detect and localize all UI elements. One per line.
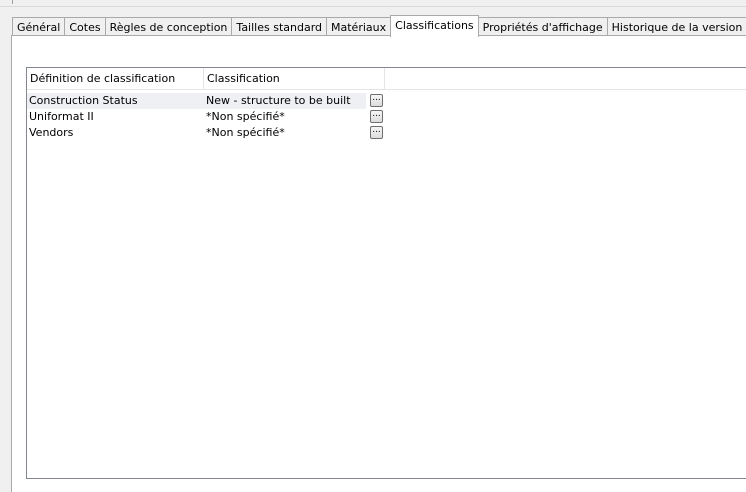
grid-header: Définition de classification Classificat… <box>27 68 746 90</box>
window-top-edge <box>0 0 746 7</box>
row-definition: Uniformat II <box>29 110 94 123</box>
tab-classifications[interactable]: Classifications <box>390 15 479 37</box>
row-definition: Construction Status <box>27 93 204 109</box>
browse-classification-button[interactable]: ... <box>370 126 383 139</box>
tab-strip: Général Cotes Règles de conception Taill… <box>12 15 746 37</box>
tab-historique-version[interactable]: Historique de la version <box>606 17 746 36</box>
tab-tailles-standard[interactable]: Tailles standard <box>231 17 327 36</box>
column-header-definition[interactable]: Définition de classification <box>27 68 204 89</box>
row-classification-value[interactable]: *Non spécifié* <box>204 109 366 125</box>
properties-window: Général Cotes Règles de conception Taill… <box>0 0 746 492</box>
tab-regles-de-conception[interactable]: Règles de conception <box>104 17 232 36</box>
tab-materiaux[interactable]: Matériaux <box>326 17 391 36</box>
row-definition: Vendors <box>29 126 74 139</box>
tab-cotes[interactable]: Cotes <box>64 17 105 36</box>
classification-grid: Définition de classification Classificat… <box>26 67 746 479</box>
tab-general[interactable]: Général <box>12 17 65 36</box>
row-classification-value[interactable]: *Non spécifié* <box>204 125 366 141</box>
column-header-classification[interactable]: Classification <box>204 68 385 89</box>
classifications-panel: Définition de classification Classificat… <box>11 35 746 492</box>
row-classification-value[interactable]: New - structure to be built <box>204 93 366 109</box>
table-row[interactable]: Vendors *Non spécifié* ... <box>27 125 746 141</box>
column-header-filler <box>385 68 746 89</box>
browse-classification-button[interactable]: ... <box>370 94 383 107</box>
grid-rows: Construction Status New - structure to b… <box>27 93 746 141</box>
browse-classification-button[interactable]: ... <box>370 110 383 123</box>
tab-proprietes-affichage[interactable]: Propriétés d'affichage <box>478 17 607 36</box>
top-edge-tick <box>12 0 13 4</box>
table-row[interactable]: Construction Status New - structure to b… <box>27 93 746 109</box>
table-row[interactable]: Uniformat II *Non spécifié* ... <box>27 109 746 125</box>
